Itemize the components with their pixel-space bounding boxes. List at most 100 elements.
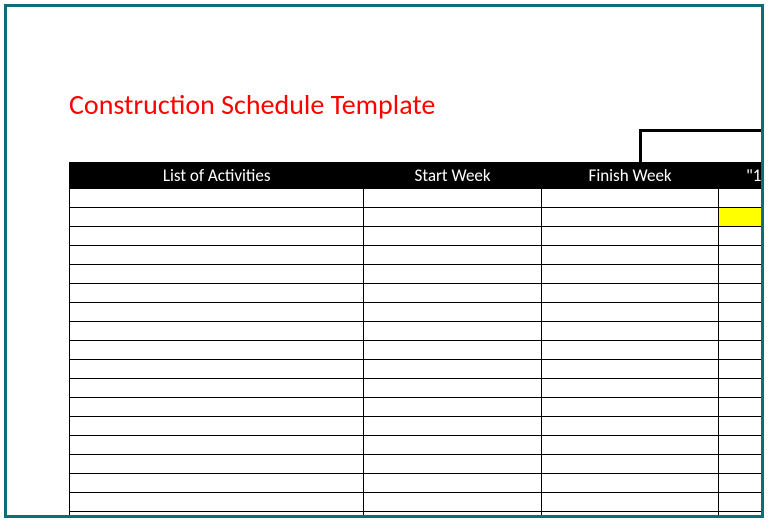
cell-activities[interactable] — [70, 436, 364, 455]
cell-finish[interactable] — [541, 246, 719, 265]
cell-week1[interactable] — [719, 455, 761, 474]
cell-start[interactable] — [364, 265, 542, 284]
table-row — [70, 398, 762, 417]
cell-start[interactable] — [364, 512, 542, 516]
table-row — [70, 265, 762, 284]
cell-week1[interactable] — [719, 512, 761, 516]
cell-start[interactable] — [364, 208, 542, 227]
bracket-line — [639, 129, 761, 163]
cell-start[interactable] — [364, 246, 542, 265]
cell-finish[interactable] — [541, 436, 719, 455]
cell-week1[interactable] — [719, 493, 761, 512]
cell-activities[interactable] — [70, 360, 364, 379]
cell-finish[interactable] — [541, 417, 719, 436]
table-row — [70, 417, 762, 436]
cell-activities[interactable] — [70, 208, 364, 227]
page-title: Construction Schedule Template — [69, 87, 435, 122]
cell-finish[interactable] — [541, 227, 719, 246]
cell-week1[interactable] — [719, 341, 761, 360]
cell-start[interactable] — [364, 455, 542, 474]
cell-week1[interactable] — [719, 265, 761, 284]
cell-activities[interactable] — [70, 227, 364, 246]
cell-week1[interactable] — [719, 436, 761, 455]
cell-finish[interactable] — [541, 474, 719, 493]
cell-start[interactable] — [364, 189, 542, 208]
cell-week1[interactable] — [719, 379, 761, 398]
cell-activities[interactable] — [70, 189, 364, 208]
cell-activities[interactable] — [70, 303, 364, 322]
cell-start[interactable] — [364, 341, 542, 360]
cell-activities[interactable] — [70, 341, 364, 360]
cell-finish[interactable] — [541, 189, 719, 208]
cell-week1[interactable] — [719, 474, 761, 493]
cell-week1[interactable] — [719, 360, 761, 379]
table-row — [70, 455, 762, 474]
cell-start[interactable] — [364, 436, 542, 455]
table-row — [70, 322, 762, 341]
header-week1: "1 — [719, 163, 761, 189]
schedule-table: List of Activities Start Week Finish Wee… — [69, 162, 761, 515]
table-row — [70, 379, 762, 398]
cell-week1[interactable] — [719, 322, 761, 341]
header-row: List of Activities Start Week Finish Wee… — [70, 163, 762, 189]
cell-start[interactable] — [364, 398, 542, 417]
schedule-table-wrap: List of Activities Start Week Finish Wee… — [69, 162, 761, 515]
cell-finish[interactable] — [541, 512, 719, 516]
cell-activities[interactable] — [70, 474, 364, 493]
table-row — [70, 512, 762, 516]
header-finish: Finish Week — [541, 163, 719, 189]
table-body — [70, 189, 762, 516]
cell-finish[interactable] — [541, 265, 719, 284]
cell-start[interactable] — [364, 227, 542, 246]
document-frame: Construction Schedule Template List of A… — [4, 4, 764, 518]
document-content: Construction Schedule Template List of A… — [7, 7, 761, 515]
cell-week1[interactable] — [719, 284, 761, 303]
cell-activities[interactable] — [70, 265, 364, 284]
table-row — [70, 227, 762, 246]
table-row — [70, 189, 762, 208]
cell-activities[interactable] — [70, 284, 364, 303]
cell-start[interactable] — [364, 303, 542, 322]
cell-week1[interactable] — [719, 246, 761, 265]
cell-start[interactable] — [364, 474, 542, 493]
cell-finish[interactable] — [541, 284, 719, 303]
cell-week1[interactable] — [719, 303, 761, 322]
table-row — [70, 208, 762, 227]
cell-finish[interactable] — [541, 208, 719, 227]
cell-activities[interactable] — [70, 398, 364, 417]
cell-activities[interactable] — [70, 493, 364, 512]
cell-activities[interactable] — [70, 455, 364, 474]
cell-start[interactable] — [364, 284, 542, 303]
cell-start[interactable] — [364, 493, 542, 512]
table-row — [70, 493, 762, 512]
table-row — [70, 360, 762, 379]
cell-finish[interactable] — [541, 398, 719, 417]
table-row — [70, 436, 762, 455]
cell-finish[interactable] — [541, 303, 719, 322]
cell-finish[interactable] — [541, 360, 719, 379]
cell-finish[interactable] — [541, 341, 719, 360]
cell-finish[interactable] — [541, 493, 719, 512]
cell-finish[interactable] — [541, 455, 719, 474]
cell-finish[interactable] — [541, 322, 719, 341]
cell-start[interactable] — [364, 322, 542, 341]
cell-week1[interactable] — [719, 208, 761, 227]
header-activities: List of Activities — [70, 163, 364, 189]
cell-week1[interactable] — [719, 417, 761, 436]
cell-activities[interactable] — [70, 512, 364, 516]
table-row — [70, 303, 762, 322]
cell-week1[interactable] — [719, 227, 761, 246]
table-row — [70, 284, 762, 303]
cell-finish[interactable] — [541, 379, 719, 398]
cell-start[interactable] — [364, 417, 542, 436]
cell-activities[interactable] — [70, 417, 364, 436]
cell-activities[interactable] — [70, 322, 364, 341]
cell-activities[interactable] — [70, 246, 364, 265]
cell-activities[interactable] — [70, 379, 364, 398]
cell-start[interactable] — [364, 379, 542, 398]
cell-week1[interactable] — [719, 189, 761, 208]
cell-start[interactable] — [364, 360, 542, 379]
cell-week1[interactable] — [719, 398, 761, 417]
table-row — [70, 246, 762, 265]
table-row — [70, 341, 762, 360]
